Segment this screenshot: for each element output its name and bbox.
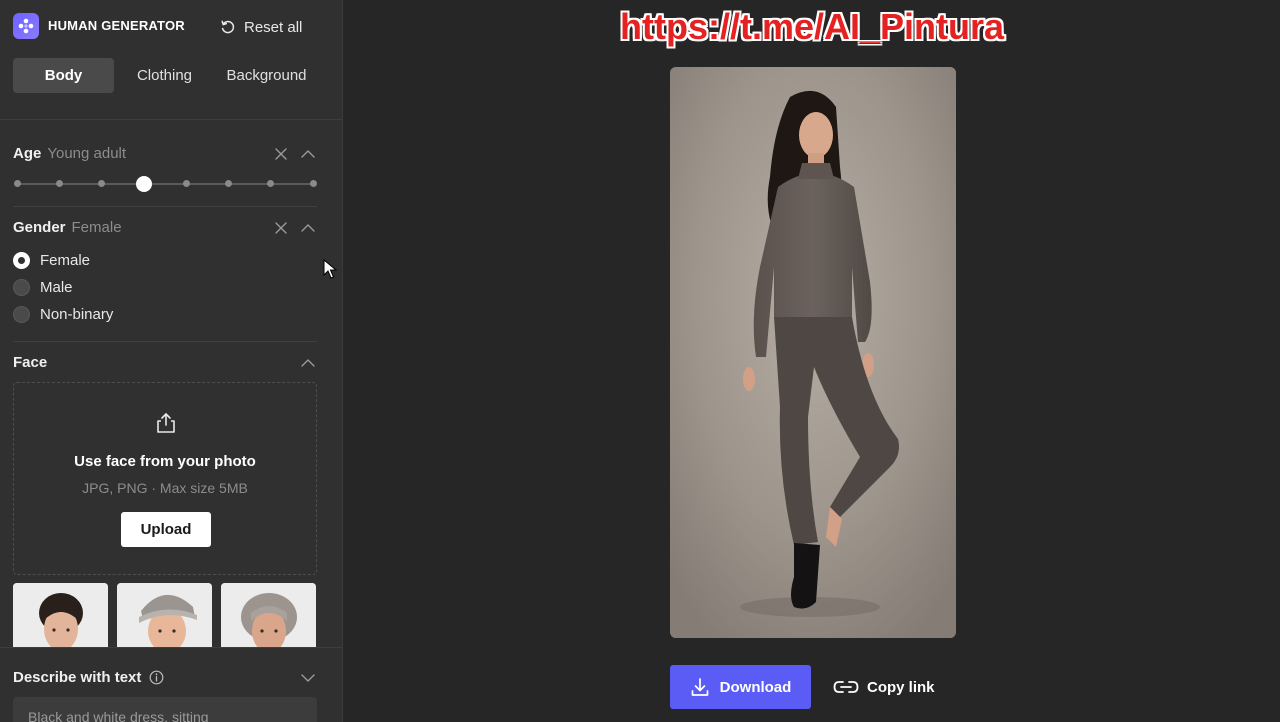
- reset-icon: [221, 20, 235, 34]
- link-icon: [833, 681, 859, 693]
- clear-gender-icon[interactable]: [273, 220, 289, 236]
- describe-section: Describe with text: [0, 647, 342, 722]
- info-icon[interactable]: [149, 670, 164, 685]
- download-button[interactable]: Download: [670, 665, 811, 709]
- age-slider-thumb[interactable]: [136, 176, 152, 192]
- gender-option-non-binary[interactable]: Non-binary: [13, 304, 113, 324]
- share-upload-icon: [157, 413, 175, 433]
- download-label: Download: [719, 678, 792, 696]
- face-title: Face: [13, 354, 48, 371]
- face-upload-dropzone[interactable]: Use face from your photo JPG, PNG · Max …: [13, 382, 317, 575]
- age-title: Age: [13, 145, 42, 162]
- age-divider: [13, 206, 317, 207]
- expand-describe-chevron-down-icon[interactable]: [300, 670, 316, 686]
- face-sample-woman[interactable]: [13, 583, 108, 647]
- collapse-gender-chevron-up-icon[interactable]: [300, 220, 316, 236]
- copy-link-label: Copy link: [867, 678, 935, 696]
- tab-bar: Body Clothing Background: [13, 58, 318, 93]
- brand-bar: HUMAN GENERATOR Reset all: [0, 0, 342, 52]
- age-value: Young adult: [47, 145, 127, 162]
- non-binary-radio[interactable]: [13, 305, 30, 323]
- clear-age-icon[interactable]: [273, 146, 289, 162]
- tab-clothing[interactable]: Clothing: [114, 58, 215, 93]
- mouse-cursor-icon: [323, 259, 337, 279]
- gender-option-male[interactable]: Male: [13, 277, 73, 297]
- age-slider-step[interactable]: [225, 180, 232, 187]
- age-slider[interactable]: [13, 176, 317, 192]
- watermark-text: https://t.me/AI_Pintura: [619, 6, 1005, 47]
- male-radio[interactable]: [13, 278, 30, 296]
- face-section-title: Face: [13, 354, 47, 371]
- age-slider-step[interactable]: [183, 180, 190, 187]
- tab-body[interactable]: Body: [13, 58, 114, 93]
- age-slider-step[interactable]: [14, 180, 21, 187]
- reset-all-button[interactable]: Reset all: [220, 16, 302, 38]
- app-root: HUMAN GENERATOR Reset all Body Clothing …: [0, 0, 1280, 722]
- download-icon: [691, 678, 709, 696]
- age-slider-step[interactable]: [267, 180, 274, 187]
- upload-button[interactable]: Upload: [121, 512, 211, 547]
- gender-title: Gender: [13, 219, 66, 236]
- main-canvas: https://t.me/AI_Pintura Download Copy li…: [344, 0, 1280, 722]
- male-label: Male: [40, 278, 73, 296]
- header-divider: [0, 119, 342, 120]
- collapse-face-chevron-up-icon[interactable]: [300, 355, 316, 371]
- female-label: Female: [40, 251, 91, 269]
- reset-all-label: Reset all: [244, 18, 303, 36]
- generated-person-image: [670, 67, 956, 638]
- tab-background[interactable]: Background: [215, 58, 318, 93]
- age-section-title: Age Young adult: [13, 145, 126, 162]
- female-radio[interactable]: [13, 251, 30, 269]
- face-sample-man-cap[interactable]: [117, 583, 212, 647]
- age-slider-step[interactable]: [98, 180, 105, 187]
- age-slider-step[interactable]: [310, 180, 317, 187]
- sidebar: HUMAN GENERATOR Reset all Body Clothing …: [0, 0, 343, 722]
- face-sample-elderly-woman[interactable]: [221, 583, 316, 647]
- upload-hint: JPG, PNG · Max size 5MB: [82, 480, 248, 496]
- brand-name: HUMAN GENERATOR: [48, 18, 185, 33]
- gender-value: Female: [71, 219, 122, 236]
- age-slider-step[interactable]: [56, 180, 63, 187]
- gender-divider: [13, 341, 317, 342]
- collapse-age-chevron-up-icon[interactable]: [300, 146, 316, 162]
- copy-link-button[interactable]: Copy link: [833, 665, 943, 709]
- describe-text-input[interactable]: [13, 697, 317, 722]
- gender-option-female[interactable]: Female: [13, 250, 90, 270]
- gender-section-title: Gender Female: [13, 219, 122, 236]
- upload-title: Use face from your photo: [74, 453, 256, 470]
- non-binary-label: Non-binary: [40, 305, 114, 323]
- describe-title: Describe with text: [13, 669, 164, 686]
- describe-title-label: Describe with text: [13, 669, 142, 686]
- flower-logo-icon: [13, 13, 39, 39]
